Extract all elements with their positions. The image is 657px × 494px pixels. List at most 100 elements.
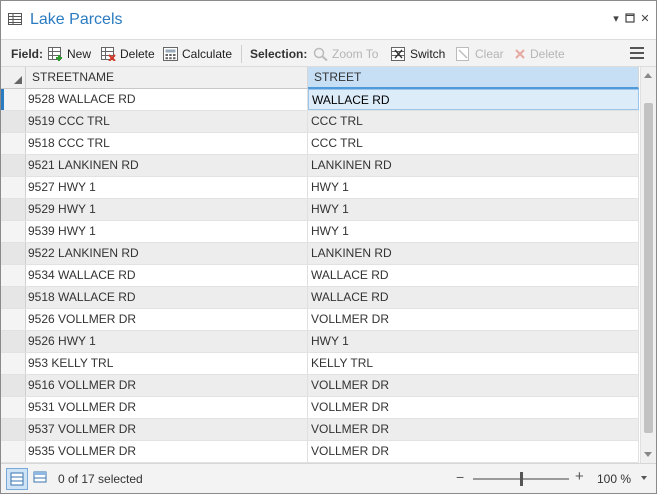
row-header[interactable] — [1, 89, 26, 110]
scroll-up-icon[interactable] — [644, 73, 652, 78]
zoom-to-button[interactable]: Zoom To — [313, 44, 378, 64]
delete-field-button[interactable]: Delete — [101, 44, 155, 64]
cell-streetname[interactable]: 9522 LANKINEN RD — [26, 243, 308, 264]
table-row[interactable]: 9518 WALLACE RD WALLACE RD — [1, 287, 639, 309]
scroll-down-icon[interactable] — [644, 452, 652, 457]
cell-streetname[interactable]: 9529 HWY 1 — [26, 199, 308, 220]
row-header[interactable] — [1, 419, 26, 440]
clear-selection-button[interactable]: Clear — [456, 44, 504, 64]
show-selected-records-button[interactable] — [31, 468, 53, 490]
cell-streetname[interactable]: 9531 VOLLMER DR — [26, 397, 308, 418]
cell-streetname[interactable]: 9518 CCC TRL — [26, 133, 308, 154]
zoom-slider-thumb[interactable] — [520, 472, 523, 486]
delete-selection-button[interactable]: Delete — [513, 44, 565, 64]
cell-streetname[interactable]: 9526 HWY 1 — [26, 331, 308, 352]
zoom-out-button[interactable]: − — [456, 469, 464, 485]
zoom-in-button[interactable]: + — [575, 468, 584, 485]
cell-streetname[interactable]: 9518 WALLACE RD — [26, 287, 308, 308]
table-toolbar: Field: New Delete Calculate Selection: Z… — [1, 39, 656, 67]
table-row[interactable]: 9522 LANKINEN RD LANKINEN RD — [1, 243, 639, 265]
row-header[interactable] — [1, 331, 26, 352]
table-row[interactable]: 9528 WALLACE RD WALLACE RD — [1, 89, 639, 111]
switch-label: Switch — [410, 47, 446, 61]
row-header[interactable] — [1, 177, 26, 198]
row-header[interactable] — [1, 243, 26, 264]
hamburger-menu-icon[interactable] — [630, 47, 644, 59]
cell-streetname[interactable]: 9539 HWY 1 — [26, 221, 308, 242]
selected-records-icon — [33, 471, 47, 483]
table-row[interactable]: 9519 CCC TRL CCC TRL — [1, 111, 639, 133]
new-field-button[interactable]: New — [48, 44, 91, 64]
table-row[interactable]: 9521 LANKINEN RD LANKINEN RD — [1, 155, 639, 177]
cell-streetname[interactable]: 9535 VOLLMER DR — [26, 441, 308, 462]
cell-streetname[interactable]: 9527 HWY 1 — [26, 177, 308, 198]
row-header[interactable] — [1, 397, 26, 418]
column-header-streetname[interactable]: STREETNAME — [26, 67, 308, 89]
table-row[interactable]: 9527 HWY 1 HWY 1 — [1, 177, 639, 199]
cell-streetname[interactable]: 9519 CCC TRL — [26, 111, 308, 132]
cell-street[interactable]: LANKINEN RD — [308, 155, 639, 176]
scroll-thumb[interactable] — [644, 103, 653, 433]
cell-street[interactable]: WALLACE RD — [308, 89, 639, 110]
table-row[interactable]: 9529 HWY 1 HWY 1 — [1, 199, 639, 221]
row-header[interactable] — [1, 287, 26, 308]
cell-street[interactable]: VOLLMER DR — [308, 375, 639, 396]
cell-street[interactable]: WALLACE RD — [308, 287, 639, 308]
table-row[interactable]: 9531 VOLLMER DR VOLLMER DR — [1, 397, 639, 419]
table-row[interactable]: 9535 VOLLMER DR VOLLMER DR — [1, 441, 639, 463]
cell-street[interactable]: LANKINEN RD — [308, 243, 639, 264]
column-header-street[interactable]: STREET — [308, 67, 639, 89]
zoom-dropdown-icon[interactable] — [641, 476, 647, 480]
row-header[interactable] — [1, 309, 26, 330]
cell-street[interactable]: VOLLMER DR — [308, 397, 639, 418]
row-header[interactable] — [1, 111, 26, 132]
table-view-icon — [10, 472, 24, 486]
table-row[interactable]: 9534 WALLACE RD WALLACE RD — [1, 265, 639, 287]
row-header[interactable] — [1, 375, 26, 396]
cell-street[interactable]: VOLLMER DR — [308, 419, 639, 440]
table-row[interactable]: 9526 VOLLMER DR VOLLMER DR — [1, 309, 639, 331]
cell-street[interactable]: HWY 1 — [308, 199, 639, 220]
cell-street[interactable]: VOLLMER DR — [308, 309, 639, 330]
row-header[interactable] — [1, 133, 26, 154]
cell-street[interactable]: HWY 1 — [308, 177, 639, 198]
table-row[interactable]: 9516 VOLLMER DR VOLLMER DR — [1, 375, 639, 397]
cell-street[interactable]: CCC TRL — [308, 133, 639, 154]
table-row[interactable]: 953 KELLY TRL KELLY TRL — [1, 353, 639, 375]
table-row[interactable]: 9537 VOLLMER DR VOLLMER DR — [1, 419, 639, 441]
row-header[interactable] — [1, 441, 26, 462]
cell-streetname[interactable]: 9537 VOLLMER DR — [26, 419, 308, 440]
switch-selection-button[interactable]: Switch — [391, 44, 445, 64]
row-header[interactable] — [1, 155, 26, 176]
table-row[interactable]: 9539 HWY 1 HWY 1 — [1, 221, 639, 243]
row-header[interactable] — [1, 265, 26, 286]
cell-streetname[interactable]: 9516 VOLLMER DR — [26, 375, 308, 396]
attribute-grid: STREETNAME STREET 9528 WALLACE RD WALLACE… — [1, 67, 656, 463]
maximize-icon[interactable] — [624, 13, 636, 25]
cell-streetname[interactable]: 953 KELLY TRL — [26, 353, 308, 374]
select-all-corner[interactable] — [1, 67, 26, 89]
close-icon[interactable]: ✕ — [639, 13, 651, 25]
cell-street[interactable]: HWY 1 — [308, 331, 639, 352]
cell-street[interactable]: KELLY TRL — [308, 353, 639, 374]
table-body: 9528 WALLACE RD WALLACE RD 9519 CCC TRL CCC… — [1, 89, 639, 463]
cell-street[interactable]: CCC TRL — [308, 111, 639, 132]
calculate-button[interactable]: Calculate — [163, 44, 232, 64]
cell-street[interactable]: VOLLMER DR — [308, 441, 639, 462]
dock-menu-icon[interactable]: ▾ — [610, 13, 622, 25]
row-header[interactable] — [1, 199, 26, 220]
row-header[interactable] — [1, 353, 26, 374]
title-bar: Lake Parcels ▾ ✕ — [1, 1, 656, 39]
table-row[interactable]: 9518 CCC TRL CCC TRL — [1, 133, 639, 155]
row-header[interactable] — [1, 221, 26, 242]
zoom-to-icon — [313, 47, 328, 61]
cell-streetname[interactable]: 9526 VOLLMER DR — [26, 309, 308, 330]
table-row[interactable]: 9526 HWY 1 HWY 1 — [1, 331, 639, 353]
cell-streetname[interactable]: 9528 WALLACE RD — [26, 89, 308, 110]
cell-streetname[interactable]: 9521 LANKINEN RD — [26, 155, 308, 176]
show-all-records-button[interactable] — [6, 468, 28, 490]
vertical-scrollbar[interactable] — [640, 67, 656, 463]
cell-streetname[interactable]: 9534 WALLACE RD — [26, 265, 308, 286]
cell-street[interactable]: HWY 1 — [308, 221, 639, 242]
cell-street[interactable]: WALLACE RD — [308, 265, 639, 286]
